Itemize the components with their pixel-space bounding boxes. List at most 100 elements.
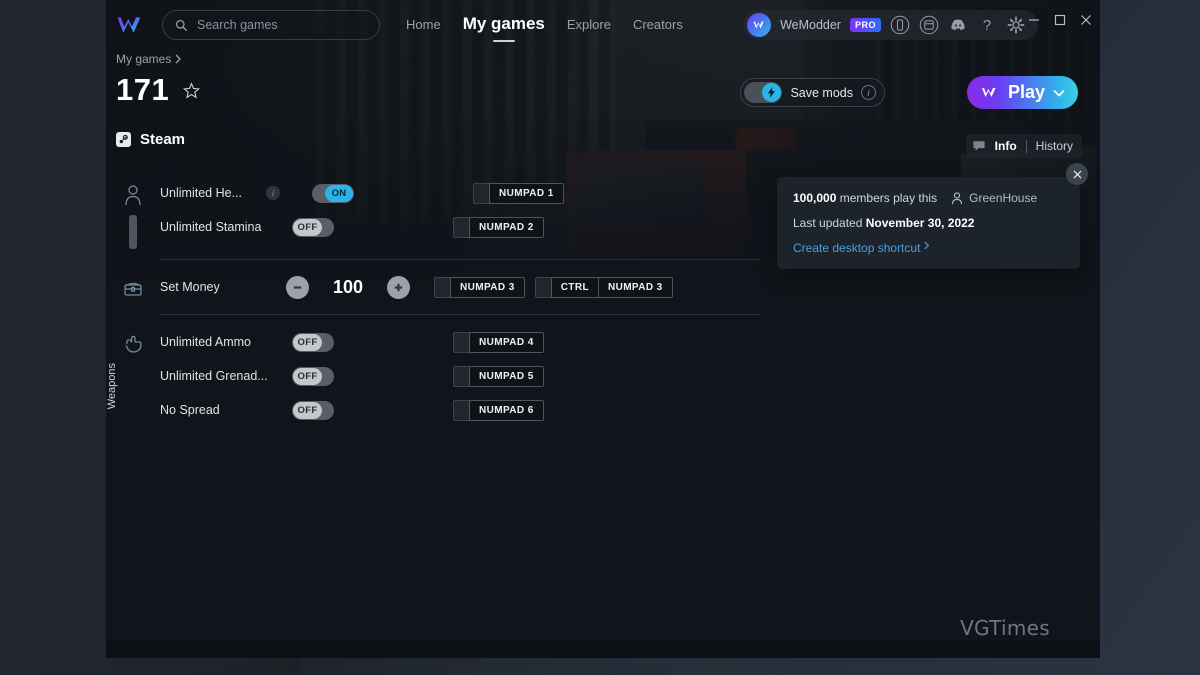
hotkey-button[interactable]: NUMPAD 2	[453, 216, 544, 238]
save-mods-toggle[interactable]	[744, 82, 783, 103]
plus-circle-icon	[394, 283, 403, 291]
mod-rows: Set Money 100 NUMPAD 3 CTRL NUMPAD 3	[160, 270, 1100, 304]
breadcrumb-label: My games	[116, 52, 172, 66]
mod-name: No Spread	[160, 403, 220, 417]
mod-row: Unlimited Ammo OFF NUMPAD 4	[160, 325, 1100, 359]
hotkey-button[interactable]: NUMPAD 3	[434, 276, 525, 298]
hand-pointer-icon	[125, 335, 142, 353]
platform-row: Steam	[116, 131, 185, 148]
mod-toggle-state: ON	[325, 184, 353, 202]
chest-icon	[124, 282, 142, 296]
search-icon	[175, 19, 188, 31]
members-label: members play this	[839, 191, 938, 205]
mod-name: Unlimited Grenad...	[160, 369, 268, 383]
search-input[interactable]: Search games	[162, 10, 380, 40]
breadcrumb[interactable]: My games	[116, 52, 182, 66]
game-title-text: 171	[116, 72, 170, 107]
chevron-right-icon	[924, 241, 930, 250]
mod-toggle[interactable]: ON	[312, 183, 354, 203]
play-button[interactable]: Play	[966, 76, 1078, 109]
chevron-down-icon[interactable]	[1053, 89, 1065, 97]
increment-button[interactable]	[387, 275, 410, 299]
hotkey-area: NUMPAD 3 CTRL NUMPAD 3	[410, 276, 1100, 298]
members-count-text: 100,000 members play this	[793, 191, 937, 205]
hotkey-label: NUMPAD 1	[490, 183, 563, 203]
mod-name: Set Money	[160, 280, 220, 294]
hotkey-label: CTRL	[551, 277, 598, 297]
author-name: GreenHouse	[969, 191, 1038, 205]
nav-item-explore[interactable]: Explore	[567, 17, 611, 34]
wemod-logo-icon	[981, 88, 996, 97]
wemod-logo-icon[interactable]	[114, 12, 148, 38]
mod-toggle[interactable]: OFF	[292, 332, 334, 352]
nav-item-my-games[interactable]: My games	[463, 14, 545, 42]
tab-separator	[1025, 139, 1027, 153]
stepper-value: 100	[332, 276, 364, 297]
nav-item-home[interactable]: Home	[406, 17, 441, 34]
shortcut-link-label: Create desktop shortcut	[793, 241, 921, 255]
tab-history[interactable]: History	[1036, 139, 1073, 153]
hotkey-tab	[453, 216, 469, 238]
mod-toggle-state: OFF	[293, 401, 322, 419]
info-popover: 100,000 members play this GreenHouse Las…	[777, 163, 1088, 269]
last-updated-row: Last updated November 30, 2022	[793, 216, 1064, 230]
steam-icon	[116, 132, 131, 147]
mod-toggle[interactable]: OFF	[292, 217, 334, 237]
close-icon[interactable]	[1066, 163, 1088, 185]
group-divider	[160, 314, 760, 315]
hotkey-tab	[453, 399, 469, 421]
decrement-button[interactable]	[286, 275, 309, 299]
hotkey-tab	[534, 276, 551, 298]
mod-group-label: Weapons	[106, 363, 118, 410]
mod-group-inventory: Set Money 100 NUMPAD 3 CTRL NUMPAD 3	[106, 270, 1100, 304]
create-desktop-shortcut-link[interactable]: Create desktop shortcut	[793, 241, 930, 255]
hotkey-label: NUMPAD 5	[470, 366, 543, 386]
star-icon[interactable]	[183, 81, 201, 99]
hotkey-button[interactable]: CTRL NUMPAD 3	[534, 276, 673, 298]
hotkey-tab	[473, 182, 489, 204]
app-footer	[106, 640, 1100, 658]
hotkey-label: NUMPAD 2	[470, 217, 543, 237]
mod-name: Unlimited Ammo	[160, 335, 251, 349]
mod-toggle[interactable]: OFF	[292, 366, 334, 386]
wemod-app-window: Search games Home My games Explore Creat…	[106, 0, 1100, 658]
hotkey-area: NUMPAD 4	[356, 331, 1100, 353]
mod-row: Unlimited Grenad... OFF NUMPAD 5	[160, 359, 1100, 393]
desktop-background: Search games Home My games Explore Creat…	[0, 0, 1200, 675]
hotkey-button[interactable]: NUMPAD 5	[453, 365, 544, 387]
chevron-right-icon	[175, 54, 182, 64]
last-updated-date: November 30, 2022	[865, 216, 975, 230]
info-history-tabs: Info History	[965, 134, 1082, 158]
mod-group-rail: Weapons	[106, 325, 160, 427]
info-icon[interactable]: i	[266, 186, 280, 200]
hotkey-button[interactable]: NUMPAD 4	[453, 331, 544, 353]
platform-label: Steam	[140, 131, 186, 148]
mod-toggle-state: OFF	[293, 333, 322, 351]
hotkey-tab	[453, 331, 469, 353]
info-icon[interactable]: i	[861, 85, 876, 100]
main-nav: Home My games Explore Creators	[406, 14, 683, 42]
hotkey-label: NUMPAD 4	[470, 332, 543, 352]
hotkey-area: NUMPAD 5	[356, 365, 1100, 387]
mod-toggle-state: OFF	[293, 367, 322, 385]
hotkey-label: NUMPAD 6	[470, 400, 543, 420]
mod-toggle[interactable]: OFF	[292, 400, 334, 420]
page-title: 171	[116, 72, 201, 108]
hotkey-tab	[453, 365, 469, 387]
hotkey-area: NUMPAD 6	[356, 399, 1100, 421]
chat-icon[interactable]	[972, 140, 986, 152]
nav-item-creators[interactable]: Creators	[633, 17, 683, 34]
vgtimes-watermark: VGTimes	[960, 616, 1050, 640]
hotkey-button[interactable]: NUMPAD 6	[453, 399, 544, 421]
hotkey-button[interactable]: NUMPAD 1	[473, 182, 564, 204]
mod-name: Unlimited He...	[160, 186, 242, 200]
save-mods-control[interactable]: Save mods i	[740, 78, 885, 107]
tab-info[interactable]: Info	[995, 139, 1017, 153]
mod-group-rail	[106, 270, 160, 304]
mod-row: Set Money 100 NUMPAD 3 CTRL NUMPAD 3	[160, 270, 1100, 304]
hotkey-label: NUMPAD 3	[597, 277, 672, 297]
scroll-indicator[interactable]	[129, 215, 137, 249]
mod-author[interactable]: GreenHouse	[951, 191, 1037, 205]
play-button-label: Play	[1007, 82, 1045, 102]
hotkey-tab	[434, 276, 450, 298]
